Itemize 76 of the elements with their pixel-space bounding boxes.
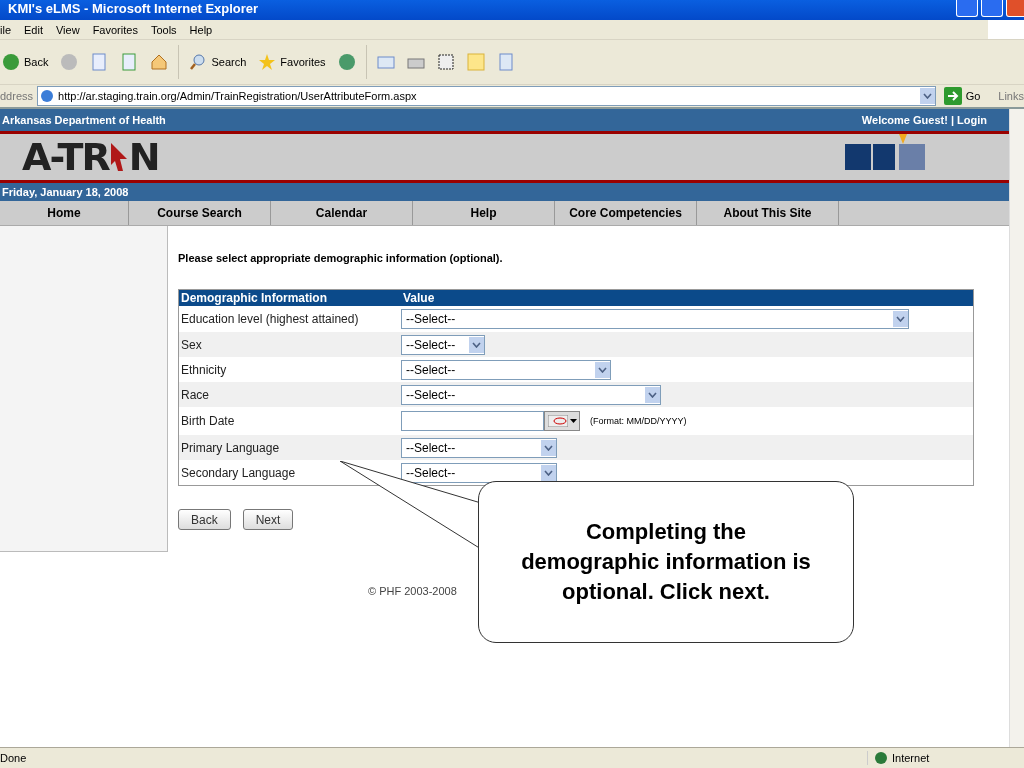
- links-label[interactable]: Links: [998, 90, 1024, 102]
- nav-tab[interactable]: Home: [0, 201, 129, 225]
- next-button[interactable]: Next: [242, 509, 294, 530]
- menu-item[interactable]: Favorites: [92, 23, 138, 36]
- menu-item[interactable]: Edit: [24, 23, 43, 36]
- select-field[interactable]: --Select--: [401, 384, 661, 405]
- select-field[interactable]: --Select--: [401, 334, 485, 355]
- field-label: Secondary Language: [180, 465, 297, 480]
- nav-tab[interactable]: Calendar: [271, 201, 413, 225]
- dropdown-button[interactable]: [645, 386, 660, 403]
- nav-tab[interactable]: About This Site: [697, 201, 839, 225]
- nav-tab[interactable]: Course Search: [129, 201, 271, 225]
- back-icon: [2, 53, 20, 71]
- field-label: Birth Date: [180, 414, 236, 428]
- form-heading: Please select appropriate demographic information (optional).: [178, 252, 504, 264]
- zone-text: Internet: [892, 752, 930, 764]
- status-text: Done: [0, 752, 28, 764]
- site-logo: A-TR N: [22, 135, 159, 179]
- menu-item[interactable]: ile: [0, 23, 11, 36]
- back-button[interactable]: Back: [178, 509, 231, 530]
- calendar-button[interactable]: [544, 411, 580, 431]
- go-button[interactable]: Go: [939, 87, 995, 105]
- favorites-icon: [258, 53, 277, 71]
- date-field[interactable]: [401, 411, 544, 431]
- history-icon: [337, 53, 356, 71]
- nav-tab[interactable]: Help: [413, 201, 555, 225]
- window-title: KMI's eLMS - Microsoft Internet Explorer: [8, 0, 259, 18]
- callout-text: Completing the demographic information is optional. Click next.: [520, 518, 812, 606]
- dropdown-button[interactable]: [893, 311, 908, 327]
- address-label: ddress: [0, 90, 34, 102]
- search-button[interactable]: Search: [187, 53, 249, 71]
- chevron-down-icon: [544, 444, 553, 451]
- column-header: Demographic Information: [180, 291, 328, 305]
- select-field[interactable]: --Select--: [401, 462, 557, 483]
- menu-item[interactable]: Help: [189, 23, 213, 36]
- address-field[interactable]: http://ar.staging.train.org/Admin/TrainRegistration/UserAttributeForm.aspx: [37, 86, 936, 106]
- column-header: Value: [402, 291, 436, 305]
- search-icon: [189, 53, 208, 71]
- dropdown-button[interactable]: [469, 336, 484, 353]
- dropdown-button[interactable]: [919, 88, 935, 104]
- nav-tab[interactable]: Core Competencies: [555, 201, 697, 225]
- forward-icon: [60, 53, 79, 71]
- menu-item[interactable]: View: [56, 23, 80, 36]
- dropdown-button[interactable]: [541, 464, 556, 481]
- chevron-down-icon: [598, 366, 607, 373]
- chevron-down-icon: [472, 341, 481, 348]
- chevron-down-icon: [648, 391, 657, 398]
- minimize-button[interactable]: [956, 0, 978, 17]
- organization-name: Arkansas Department of Health: [2, 114, 166, 126]
- menu-item[interactable]: Tools: [150, 23, 177, 36]
- select-field[interactable]: --Select--: [401, 309, 909, 329]
- chevron-down-icon: [544, 469, 553, 476]
- welcome-text: Welcome Guest! | Login: [861, 114, 987, 126]
- date-text: Friday, January 18, 2008: [2, 186, 129, 198]
- dropdown-button[interactable]: [541, 439, 556, 456]
- field-label: Primary Language: [180, 440, 281, 455]
- chevron-down-icon: [922, 93, 932, 99]
- scrollbar[interactable]: [1009, 109, 1024, 747]
- field-label: Ethnicity: [180, 362, 228, 377]
- note-icon: [466, 53, 485, 71]
- chevron-down-icon: [896, 316, 905, 322]
- home-icon: [150, 53, 169, 71]
- calendar-icon: [547, 415, 568, 427]
- caret-icon: [569, 419, 577, 423]
- field-label: Education level (highest attained): [180, 312, 360, 326]
- close-button[interactable]: [1006, 0, 1024, 17]
- format-hint: (Format: MM/DD/YYYY): [590, 416, 687, 426]
- favorites-button[interactable]: Favorites: [256, 53, 328, 71]
- select-field[interactable]: --Select--: [401, 359, 611, 380]
- restore-button[interactable]: [981, 0, 1003, 17]
- dropdown-button[interactable]: [595, 361, 610, 378]
- select-field[interactable]: --Select--: [401, 437, 557, 458]
- copyright-text: © PHF 2003-2008: [368, 585, 457, 597]
- field-label: Sex: [180, 337, 203, 352]
- back-button[interactable]: Back: [0, 53, 51, 71]
- field-label: Race: [180, 387, 210, 402]
